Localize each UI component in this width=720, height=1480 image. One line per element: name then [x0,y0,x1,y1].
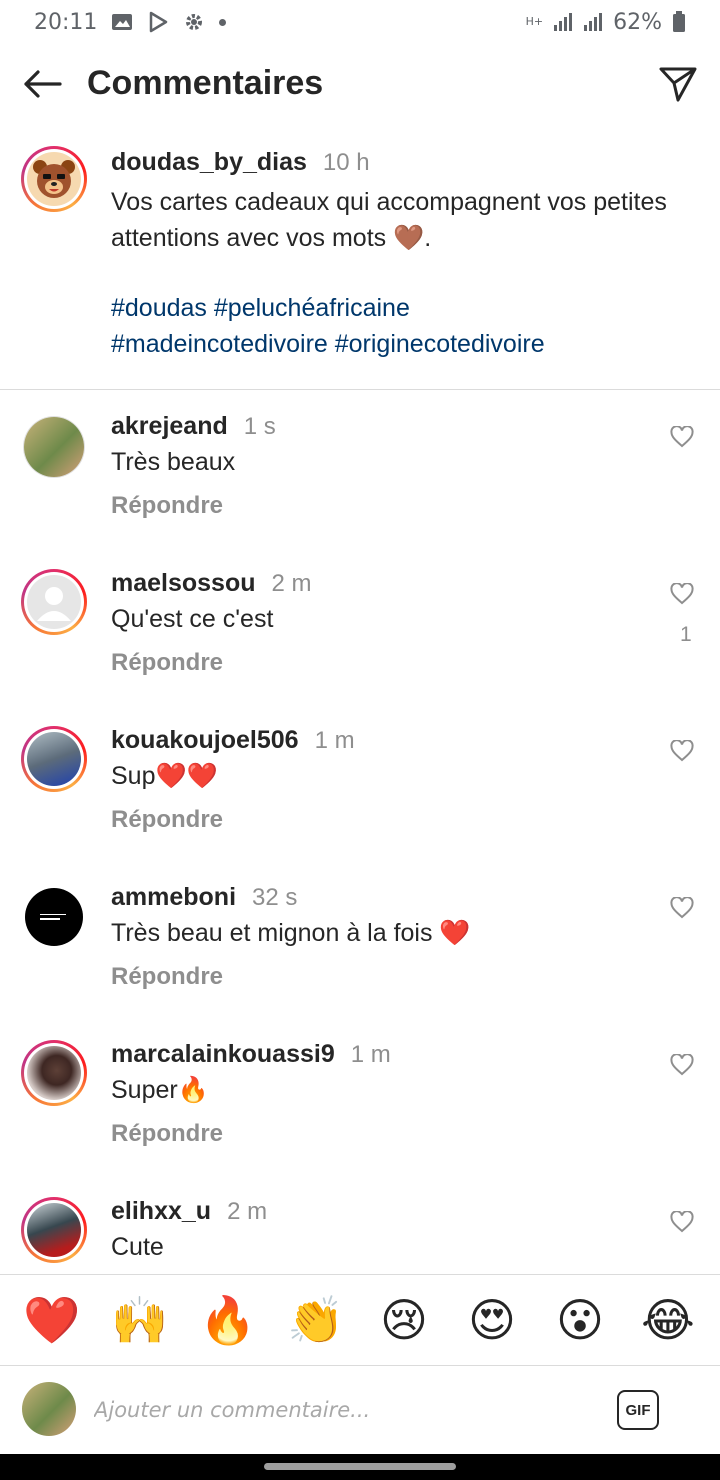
comment-username[interactable]: marcalainkouassi9 [111,1040,335,1069]
avatar[interactable] [23,416,85,478]
emoji-fire[interactable]: 🔥 [196,1288,260,1352]
reply-button[interactable]: Répondre [111,963,223,991]
comment-meta: kouakoujoel506 1 m [111,726,355,755]
header: Commentaires [0,44,720,124]
reply-button[interactable]: Répondre [111,1120,223,1148]
emoji-clapping[interactable]: 👏 [284,1288,348,1352]
post-caption: doudas_by_dias 10 h Vos cartes cadeaux q… [0,140,720,390]
comment-text: Sup❤️❤️ [111,762,218,790]
avatar[interactable] [21,726,87,792]
comment-meta: maelsossou 2 m [111,569,312,598]
user-photo-icon [27,732,81,786]
caption-username[interactable]: doudas_by_dias [111,148,307,177]
avatar[interactable] [21,569,87,635]
network-type: H+ [525,15,544,28]
comment-time: 2 m [271,570,312,597]
caption-meta: doudas_by_dias 10 h [111,148,370,177]
reply-button[interactable]: Répondre [111,806,223,834]
comment-text: Super🔥 [111,1076,209,1104]
status-bar: 20:11 H+ 62% [0,0,720,44]
hashtag-link[interactable]: #madeincotedivoire [111,330,328,358]
loading-logo-icon [40,914,66,920]
comment-time: 1 s [243,413,276,440]
caption-hashtags: #doudas #peluchéafricaine #madeincotediv… [111,290,691,362]
avatar[interactable] [21,146,87,212]
comment-item: marcalainkouassi9 1 m Super🔥 Répondre [0,1040,720,1197]
comment-item: ammeboni 32 s Très beau et mignon à la f… [0,883,720,1040]
signal-icon [553,12,573,32]
comment-item: maelsossou 2 m Qu'est ce c'est Répondre … [0,569,720,726]
like-heart-icon[interactable] [670,897,694,919]
avatar[interactable] [25,888,83,946]
caption-text: Vos cartes cadeaux qui accompagnent vos … [111,188,667,252]
comment-item: akrejeand 1 s Très beaux Répondre [0,412,720,569]
home-gesture-handle[interactable] [264,1463,456,1470]
default-avatar-icon [27,575,81,629]
back-button[interactable] [20,64,64,104]
arrow-left-icon [24,70,62,98]
like-count[interactable]: 1 [680,623,692,647]
comment-text: Très beau et mignon à la fois ❤️ [111,919,471,947]
notification-dot-icon [219,18,227,26]
reply-button[interactable]: Répondre [111,492,223,520]
avatar[interactable] [21,1040,87,1106]
hashtag-link[interactable]: #doudas [111,294,207,322]
hashtag-link[interactable]: #originecotedivoire [335,330,545,358]
like-heart-icon[interactable] [670,583,694,605]
comment-meta: ammeboni 32 s [111,883,297,912]
comment-time: 1 m [350,1041,391,1068]
battery-icon [672,11,686,33]
settings-gear-icon [183,11,205,33]
paper-plane-icon [659,67,697,102]
comment-input[interactable] [94,1388,594,1432]
user-photo-icon [24,417,84,477]
share-button[interactable] [656,62,700,106]
emoji-quick-bar: ❤️ 🙌 🔥 👏 😢 😍 😮 😂 [0,1274,720,1366]
comment-text: Très beaux [111,448,236,476]
comment-meta: akrejeand 1 s [111,412,276,441]
comment-meta: elihxx_u 2 m [111,1197,267,1226]
comment-meta: marcalainkouassi9 1 m [111,1040,391,1069]
current-user-avatar [22,1382,76,1436]
emoji-heart-eyes[interactable]: 😍 [460,1288,524,1352]
play-store-icon [147,11,169,33]
emoji-crying[interactable]: 😢 [372,1288,436,1352]
status-time: 20:11 [34,9,98,35]
gif-button[interactable]: GIF [617,1390,659,1430]
comment-username[interactable]: ammeboni [111,883,236,912]
avatar[interactable] [21,1197,87,1263]
page-title: Commentaires [87,64,324,102]
comment-item: kouakoujoel506 1 m Sup❤️❤️ Répondre [0,726,720,883]
reply-button[interactable]: Répondre [111,649,223,677]
user-photo-icon [27,1046,81,1100]
emoji-red-heart[interactable]: ❤️ [20,1288,84,1352]
like-heart-icon[interactable] [670,426,694,448]
comment-composer: GIF [0,1366,720,1454]
comment-text: Qu'est ce c'est [111,605,274,633]
like-heart-icon[interactable] [670,740,694,762]
emoji-tears-of-joy[interactable]: 😂 [636,1288,700,1352]
like-heart-icon[interactable] [670,1211,694,1233]
comment-time: 32 s [252,884,298,911]
comment-username[interactable]: maelsossou [111,569,256,598]
comment-time: 2 m [227,1198,268,1225]
image-icon [111,12,133,32]
emoji-surprised[interactable]: 😮 [548,1288,612,1352]
comment-username[interactable]: kouakoujoel506 [111,726,299,755]
comment-time: 1 m [314,727,355,754]
caption-time: 10 h [322,149,370,176]
like-heart-icon[interactable] [670,1054,694,1076]
user-photo-icon [27,1203,81,1257]
battery-percent: 62% [613,9,662,35]
comment-item: elihxx_u 2 m Cute [0,1197,720,1274]
signal-icon-2 [583,12,603,32]
hashtag-link[interactable]: #peluchéafricaine [214,294,410,322]
comment-username[interactable]: elihxx_u [111,1197,211,1226]
emoji-raising-hands[interactable]: 🙌 [108,1288,172,1352]
comment-text: Cute [111,1233,164,1261]
comment-username[interactable]: akrejeand [111,412,228,441]
bear-logo-icon [27,152,81,206]
